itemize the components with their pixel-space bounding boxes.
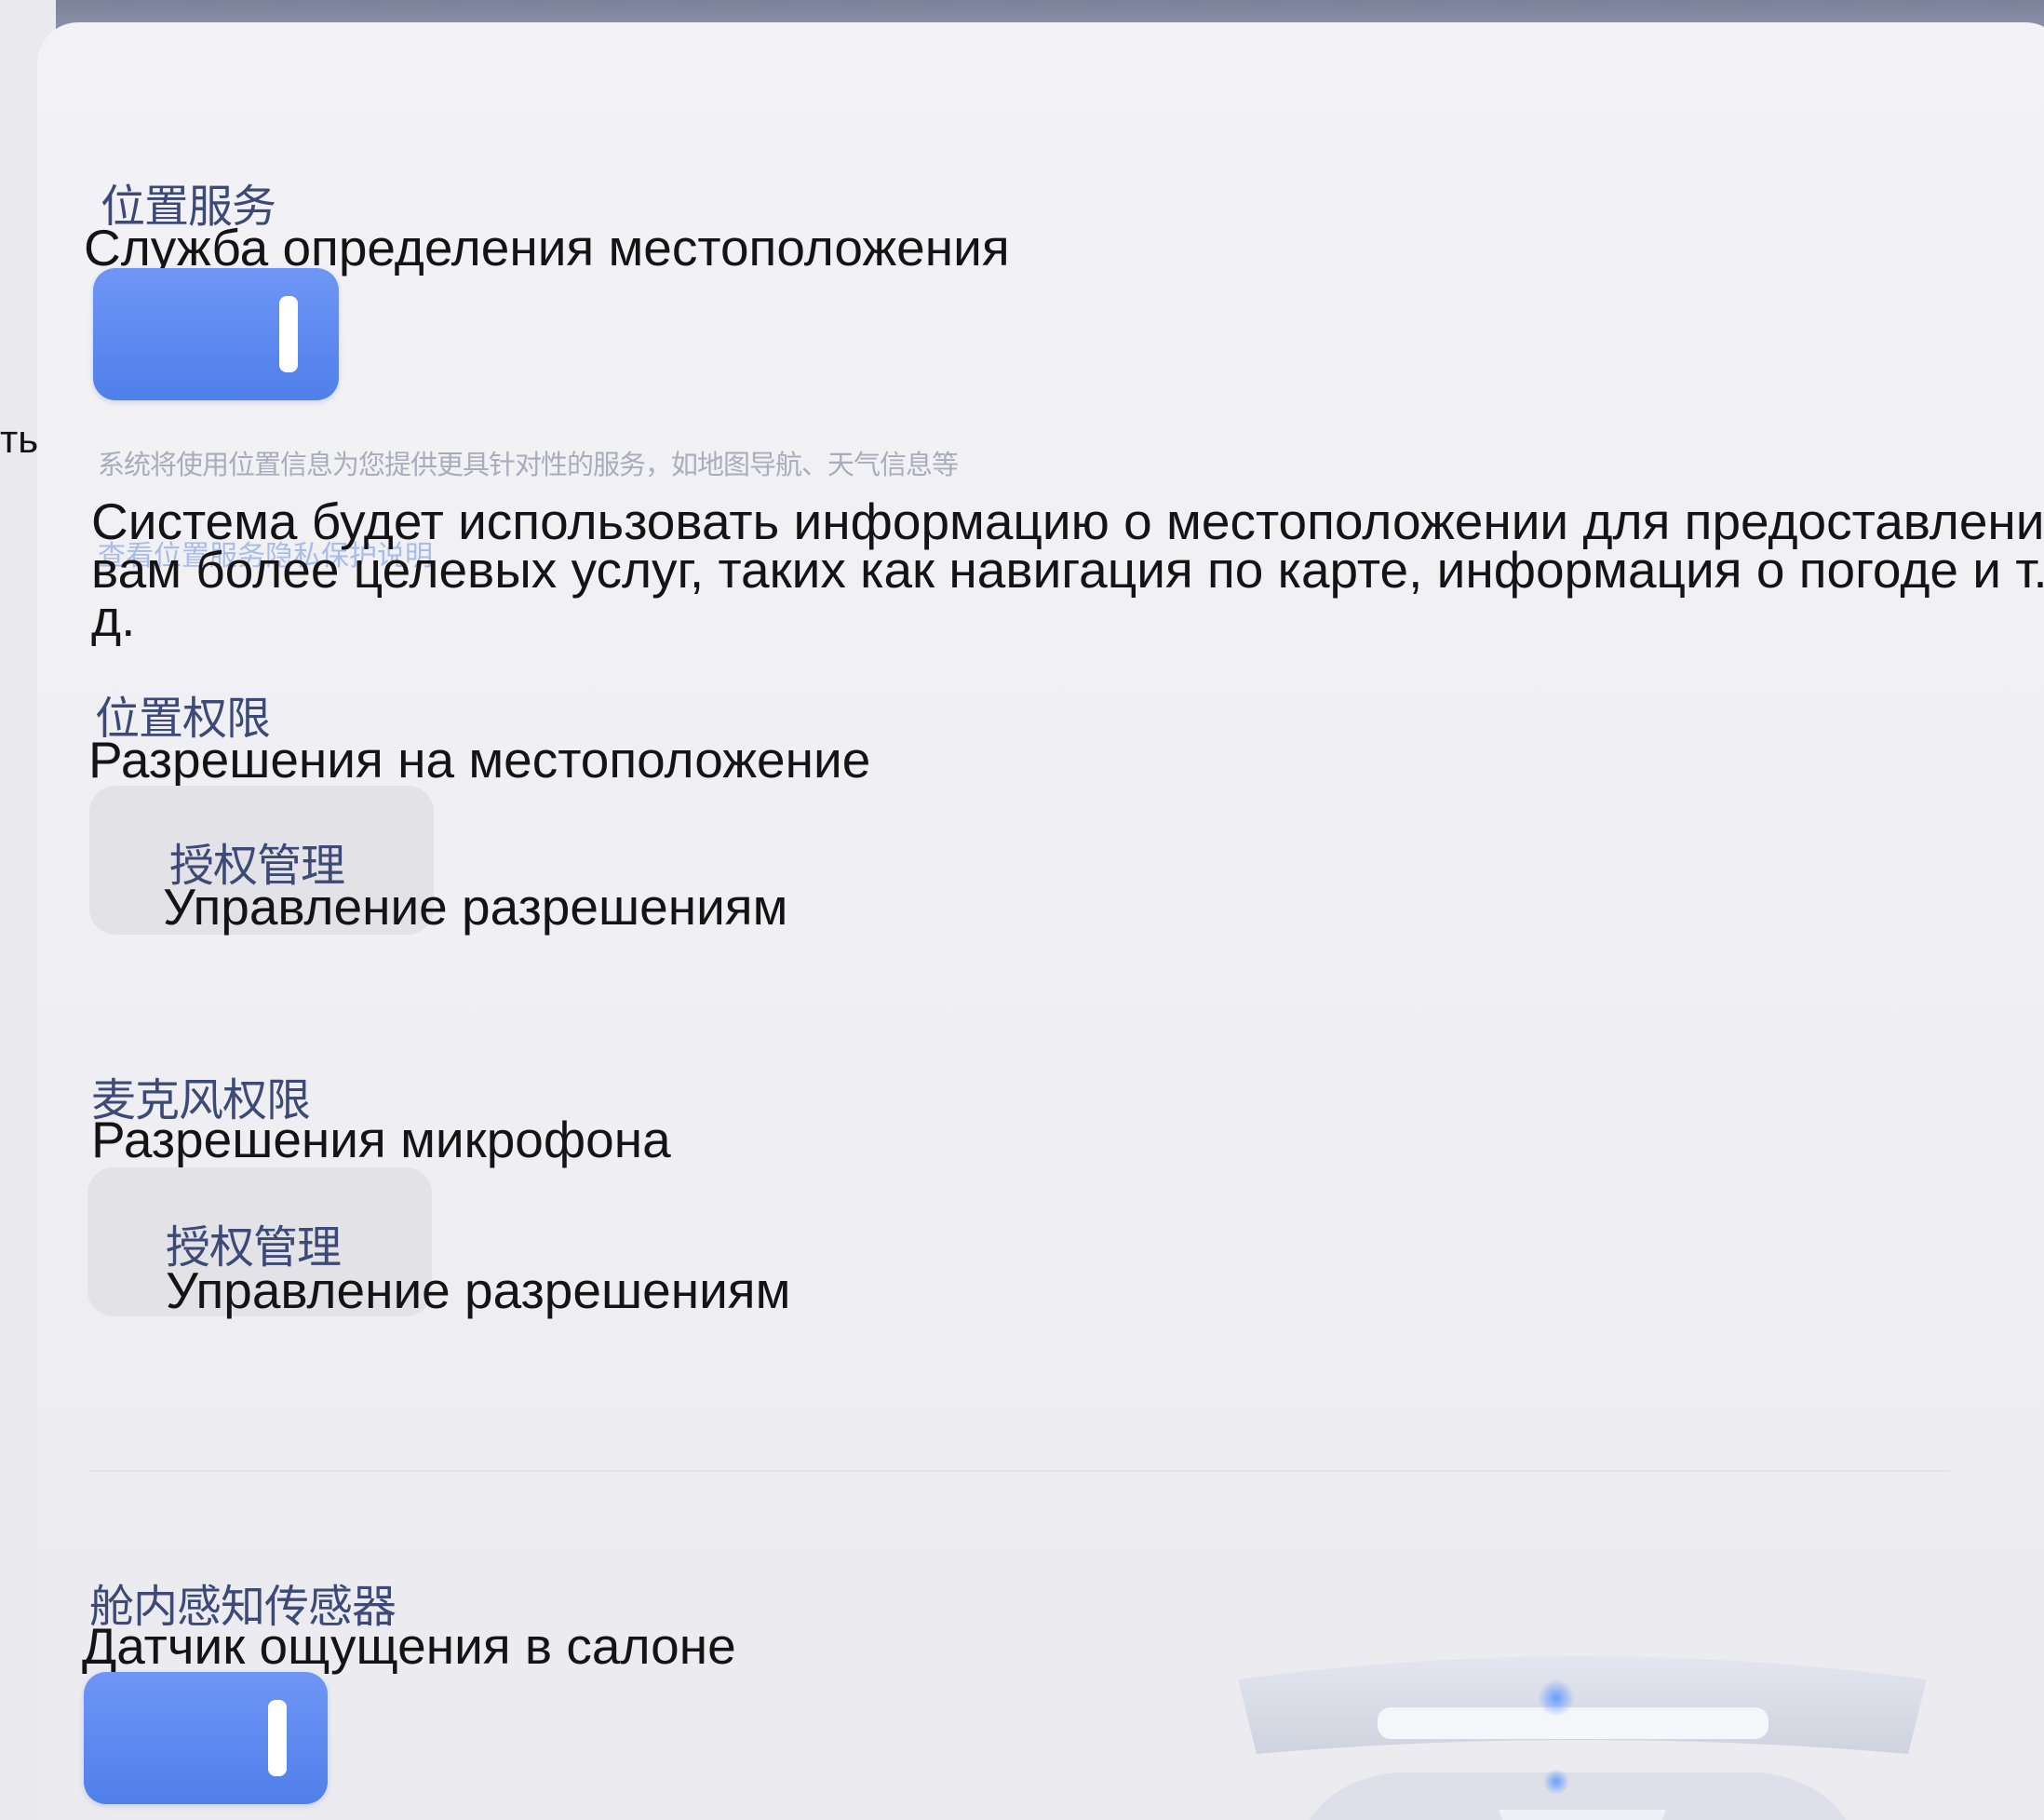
location-service-description-ru: Система будет использовать информацию о … xyxy=(91,492,2044,647)
location-permission-manage-label-ru: Управление разрешениям xyxy=(163,878,788,936)
location-service-toggle[interactable] xyxy=(93,268,339,400)
cabin-roof-shape xyxy=(1238,1656,1927,1754)
microphone-permission-manage-label-ru: Управление разрешениям xyxy=(166,1261,791,1319)
location-permissions-title-ru: Разрешения на местоположение xyxy=(88,731,871,789)
cabin-illustration xyxy=(1238,1656,1927,1820)
settings-panel: 位置服务 Служба определения местоположения 系… xyxy=(37,22,2044,1820)
left-menu-cut-text: ть xyxy=(0,417,39,461)
cabin-console-shape xyxy=(1499,1810,1666,1820)
toggle-knob xyxy=(279,296,298,372)
cabin-sensor-title-ru: Датчик ощущения в салоне xyxy=(82,1617,736,1675)
sensor-indicator-top xyxy=(1538,1679,1575,1717)
section-divider xyxy=(88,1470,1950,1472)
location-service-description-zh: 系统将使用位置信息为您提供更具针对性的服务，如地图导航、天气信息等 xyxy=(98,449,959,480)
toggle-knob xyxy=(268,1700,287,1776)
sensor-indicator-bottom xyxy=(1543,1769,1569,1795)
cabin-sensor-toggle[interactable] xyxy=(84,1672,328,1804)
microphone-permissions-title-ru: Разрешения микрофона xyxy=(91,1111,671,1168)
cabin-window-shape xyxy=(1378,1707,1768,1739)
